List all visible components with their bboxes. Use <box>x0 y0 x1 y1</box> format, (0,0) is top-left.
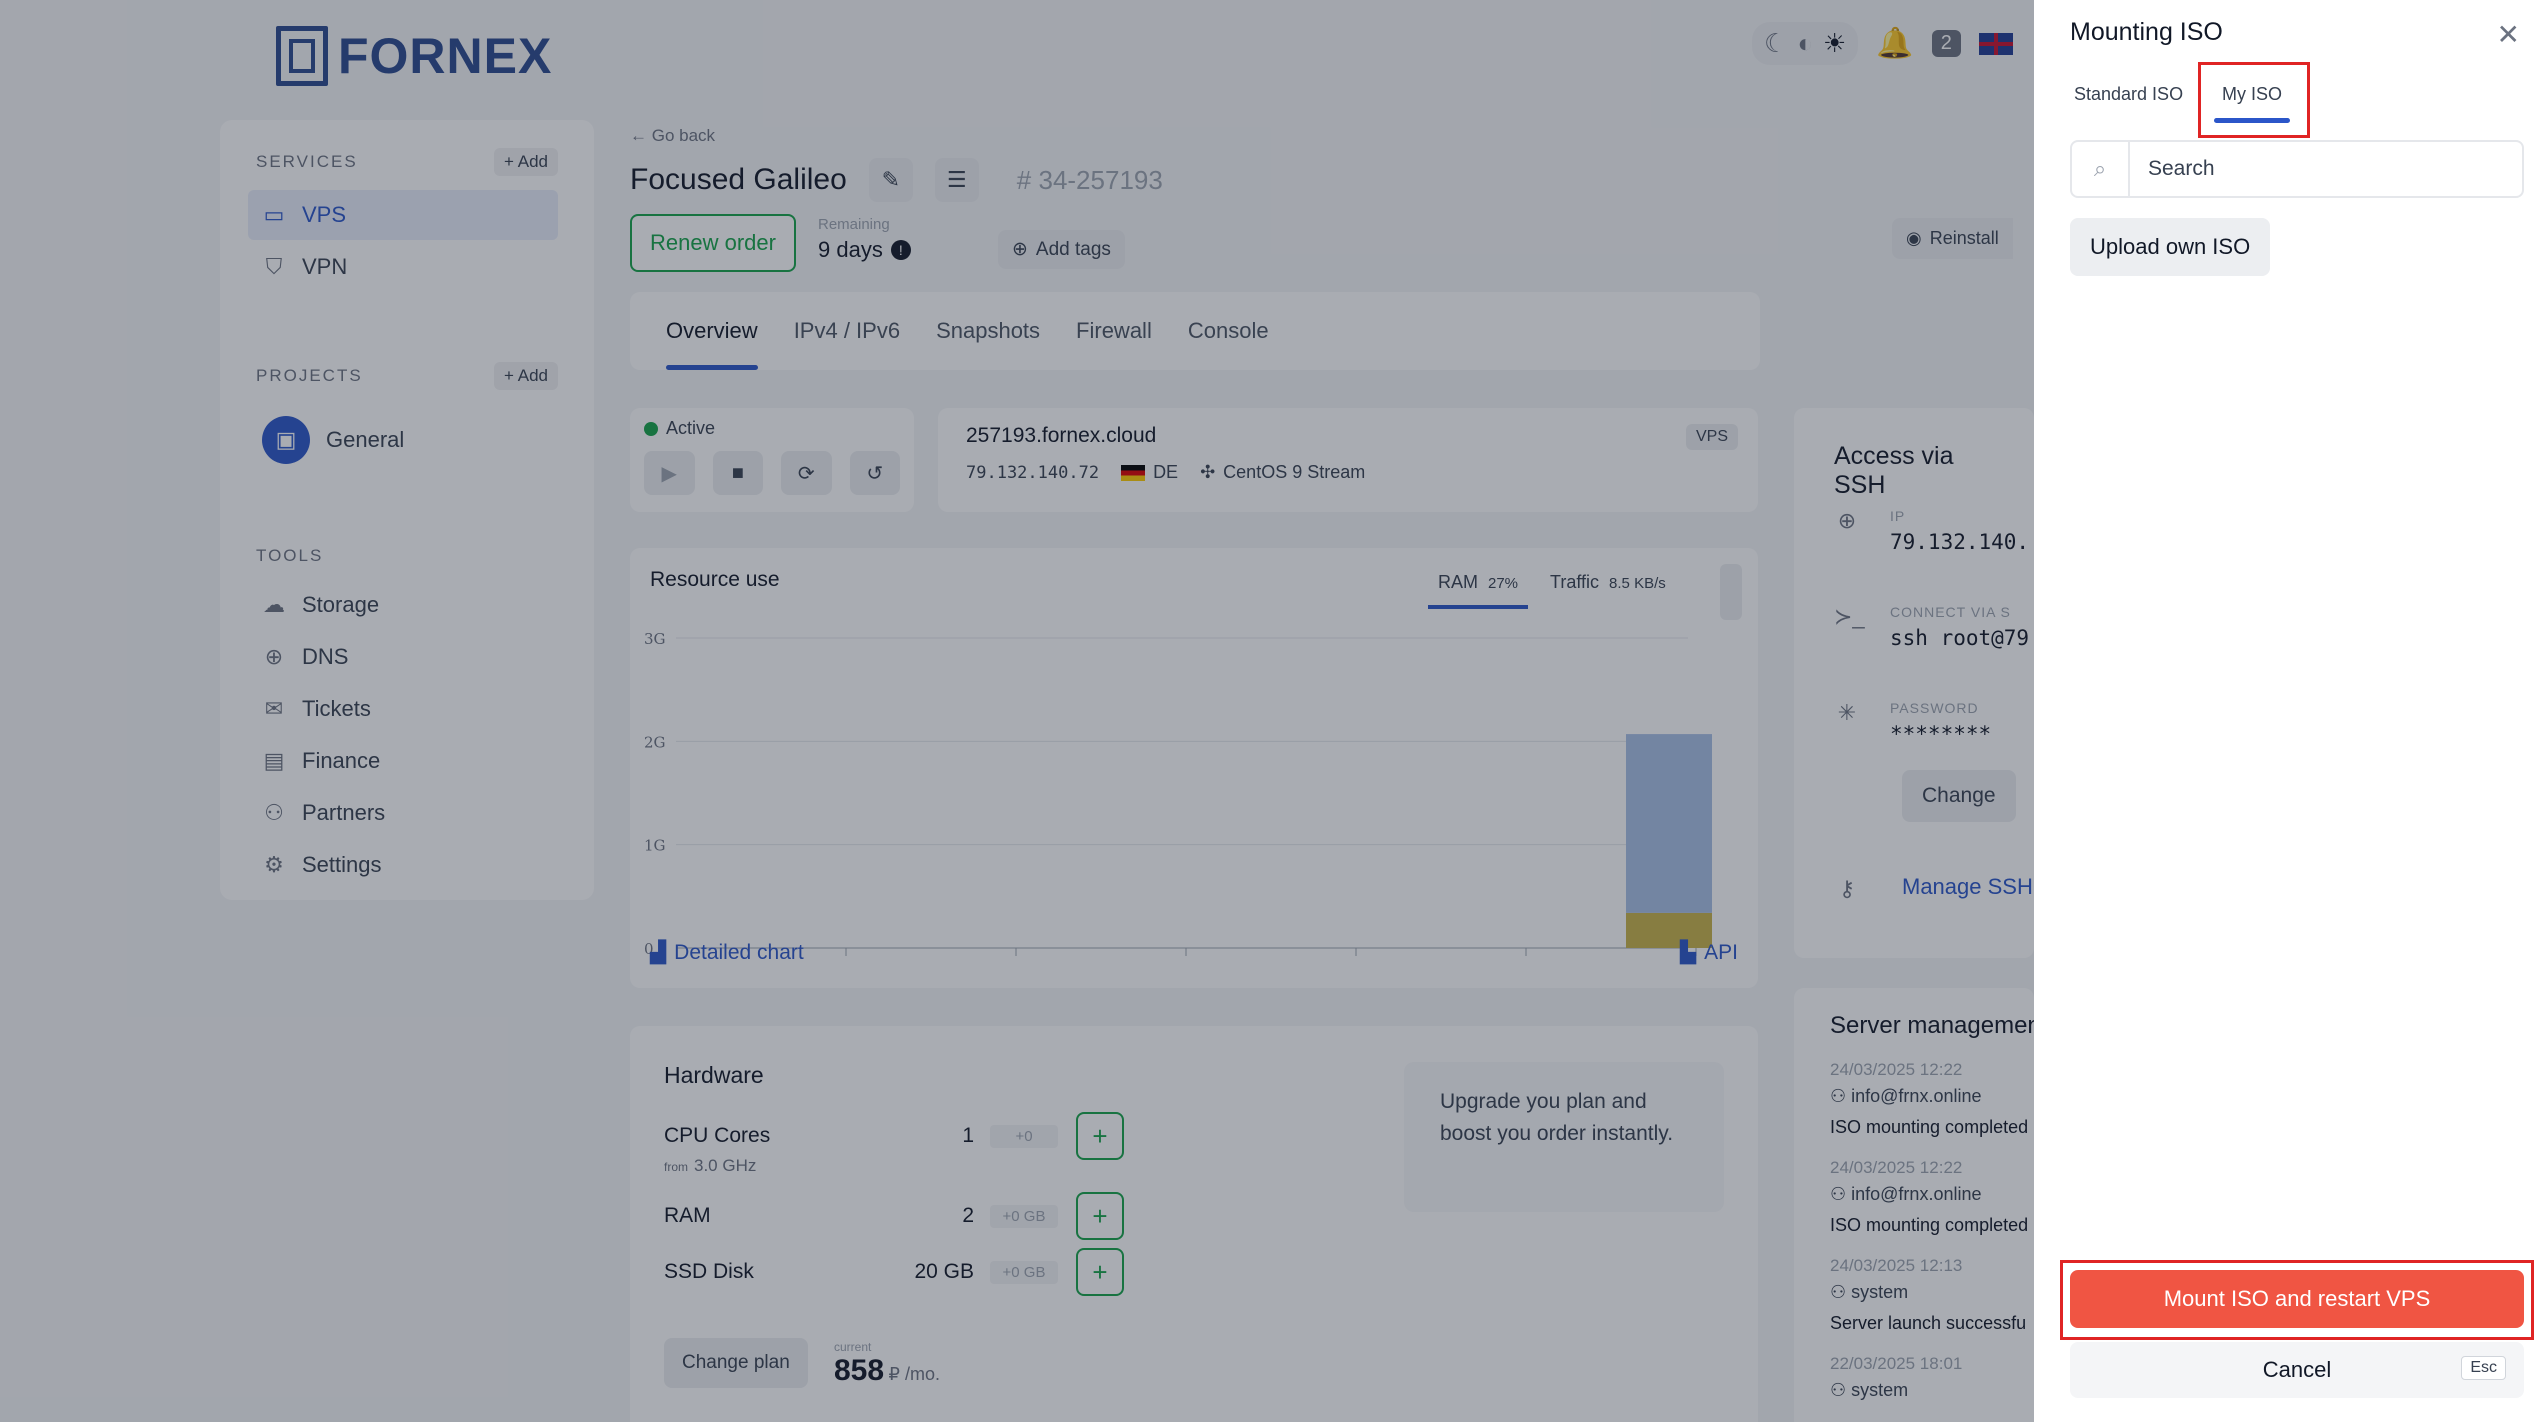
mounting-iso-panel: Mounting ISO ✕ Standard ISO My ISO ⌕ Upl… <box>2034 0 2538 1422</box>
panel-title: Mounting ISO <box>2070 18 2223 46</box>
tab-standard-iso[interactable]: Standard ISO <box>2074 84 2183 105</box>
cancel-label: Cancel <box>2262 1357 2332 1382</box>
search-icon: ⌕ <box>2072 142 2130 196</box>
modal-backdrop[interactable] <box>0 0 2034 1422</box>
esc-hint: Esc <box>2461 1356 2506 1380</box>
cancel-button[interactable]: Cancel Esc <box>2070 1342 2524 1398</box>
iso-search: ⌕ <box>2070 140 2524 198</box>
close-icon[interactable]: ✕ <box>2497 18 2520 51</box>
my-iso-highlight <box>2198 62 2310 138</box>
search-input[interactable] <box>2130 157 2510 181</box>
upload-iso-button[interactable]: Upload own ISO <box>2070 218 2271 276</box>
mount-iso-button[interactable]: Mount ISO and restart VPS <box>2070 1270 2524 1328</box>
